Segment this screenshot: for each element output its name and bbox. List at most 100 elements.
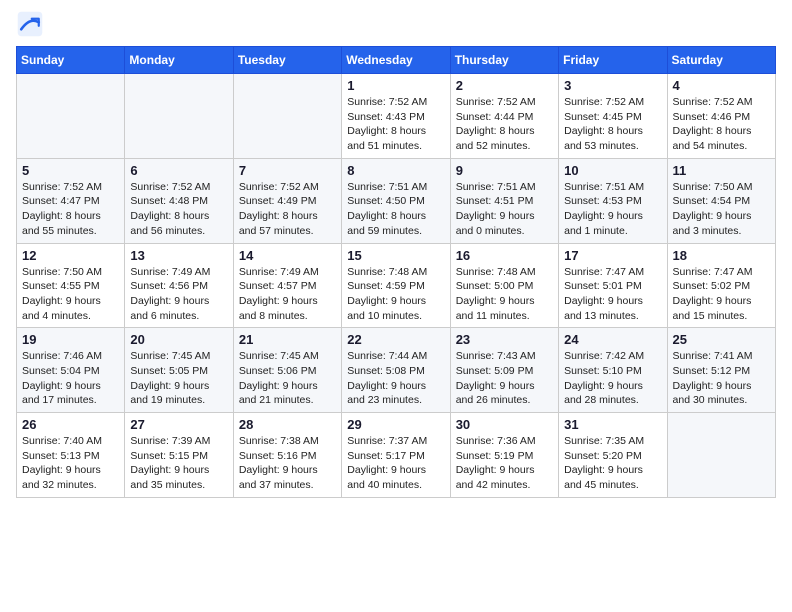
day-info: Sunrise: 7:45 AMSunset: 5:06 PMDaylight:…: [239, 349, 336, 408]
calendar-cell: 10Sunrise: 7:51 AMSunset: 4:53 PMDayligh…: [559, 158, 667, 243]
day-number: 14: [239, 248, 336, 263]
day-info: Sunrise: 7:40 AMSunset: 5:13 PMDaylight:…: [22, 434, 119, 493]
calendar-cell: 24 Sunrise: 7:42 AMSunset: 5:10 PMDayligh…: [559, 328, 667, 413]
calendar-cell: 5 Sunrise: 7:52 AMSunset: 4:47 PMDaylight…: [17, 158, 125, 243]
day-number: 24: [564, 332, 661, 347]
day-info: Sunrise: 7:39 AMSunset: 5:15 PMDaylight:…: [130, 434, 227, 493]
day-info: Sunrise: 7:49 AMSunset: 4:56 PMDaylight:…: [130, 265, 227, 324]
day-number: 5: [22, 163, 119, 178]
calendar-table: SundayMondayTuesdayWednesdayThursdayFrid…: [16, 46, 776, 498]
day-number: 29: [347, 417, 444, 432]
day-number: 1: [347, 78, 444, 93]
day-info: Sunrise: 7:43 AMSunset: 5:09 PMDaylight:…: [456, 349, 553, 408]
calendar-header: SundayMondayTuesdayWednesdayThursdayFrid…: [17, 47, 776, 74]
calendar-week-row: 26 Sunrise: 7:40 AMSunset: 5:13 PMDayligh…: [17, 413, 776, 498]
logo-icon: [16, 10, 44, 38]
calendar-cell: 20 Sunrise: 7:45 AMSunset: 5:05 PMDayligh…: [125, 328, 233, 413]
calendar-cell: 23 Sunrise: 7:43 AMSunset: 5:09 PMDayligh…: [450, 328, 558, 413]
day-info: Sunrise: 7:42 AMSunset: 5:10 PMDaylight:…: [564, 349, 661, 408]
calendar-cell: [125, 74, 233, 159]
day-number: 20: [130, 332, 227, 347]
calendar-cell: 28 Sunrise: 7:38 AMSunset: 5:16 PMDayligh…: [233, 413, 341, 498]
calendar-cell: 22 Sunrise: 7:44 AMSunset: 5:08 PMDayligh…: [342, 328, 450, 413]
day-number: 4: [673, 78, 770, 93]
calendar-cell: [233, 74, 341, 159]
day-info: Sunrise: 7:36 AMSunset: 5:19 PMDaylight:…: [456, 434, 553, 493]
calendar-cell: [667, 413, 775, 498]
weekday-row: SundayMondayTuesdayWednesdayThursdayFrid…: [17, 47, 776, 74]
day-number: 23: [456, 332, 553, 347]
day-info: Sunrise: 7:52 AMSunset: 4:48 PMDaylight:…: [130, 180, 227, 239]
calendar-cell: 25 Sunrise: 7:41 AMSunset: 5:12 PMDayligh…: [667, 328, 775, 413]
day-number: 8: [347, 163, 444, 178]
day-info: Sunrise: 7:37 AMSunset: 5:17 PMDaylight:…: [347, 434, 444, 493]
day-number: 21: [239, 332, 336, 347]
day-info: Sunrise: 7:52 AMSunset: 4:49 PMDaylight:…: [239, 180, 336, 239]
day-info: Sunrise: 7:44 AMSunset: 5:08 PMDaylight:…: [347, 349, 444, 408]
weekday-header: Tuesday: [233, 47, 341, 74]
day-info: Sunrise: 7:48 AMSunset: 5:00 PMDaylight:…: [456, 265, 553, 324]
calendar-cell: 13 Sunrise: 7:49 AMSunset: 4:56 PMDayligh…: [125, 243, 233, 328]
calendar-cell: 9Sunrise: 7:51 AMSunset: 4:51 PMDaylight…: [450, 158, 558, 243]
weekday-header: Sunday: [17, 47, 125, 74]
day-number: 3: [564, 78, 661, 93]
day-info: Sunrise: 7:47 AMSunset: 5:01 PMDaylight:…: [564, 265, 661, 324]
day-number: 7: [239, 163, 336, 178]
day-number: 30: [456, 417, 553, 432]
calendar-cell: 16 Sunrise: 7:48 AMSunset: 5:00 PMDayligh…: [450, 243, 558, 328]
calendar-cell: 21 Sunrise: 7:45 AMSunset: 5:06 PMDayligh…: [233, 328, 341, 413]
day-number: 18: [673, 248, 770, 263]
day-number: 16: [456, 248, 553, 263]
day-info: Sunrise: 7:35 AMSunset: 5:20 PMDaylight:…: [564, 434, 661, 493]
calendar-cell: 30 Sunrise: 7:36 AMSunset: 5:19 PMDayligh…: [450, 413, 558, 498]
day-number: 6: [130, 163, 227, 178]
day-number: 31: [564, 417, 661, 432]
calendar-cell: 18 Sunrise: 7:47 AMSunset: 5:02 PMDayligh…: [667, 243, 775, 328]
day-number: 13: [130, 248, 227, 263]
calendar-week-row: 12 Sunrise: 7:50 AMSunset: 4:55 PMDayligh…: [17, 243, 776, 328]
day-info: Sunrise: 7:41 AMSunset: 5:12 PMDaylight:…: [673, 349, 770, 408]
day-info: Sunrise: 7:52 AMSunset: 4:44 PMDaylight:…: [456, 95, 553, 154]
day-number: 22: [347, 332, 444, 347]
day-info: Sunrise: 7:51 AMSunset: 4:50 PMDaylight:…: [347, 180, 444, 239]
day-number: 27: [130, 417, 227, 432]
day-info: Sunrise: 7:50 AMSunset: 4:55 PMDaylight:…: [22, 265, 119, 324]
day-info: Sunrise: 7:50 AMSunset: 4:54 PMDaylight:…: [673, 180, 770, 239]
page: SundayMondayTuesdayWednesdayThursdayFrid…: [0, 0, 792, 612]
day-number: 12: [22, 248, 119, 263]
day-info: Sunrise: 7:52 AMSunset: 4:47 PMDaylight:…: [22, 180, 119, 239]
day-info: Sunrise: 7:45 AMSunset: 5:05 PMDaylight:…: [130, 349, 227, 408]
calendar-body: 1 Sunrise: 7:52 AMSunset: 4:43 PMDaylight…: [17, 74, 776, 498]
day-info: Sunrise: 7:46 AMSunset: 5:04 PMDaylight:…: [22, 349, 119, 408]
day-info: Sunrise: 7:52 AMSunset: 4:43 PMDaylight:…: [347, 95, 444, 154]
weekday-header: Thursday: [450, 47, 558, 74]
weekday-header: Saturday: [667, 47, 775, 74]
day-number: 17: [564, 248, 661, 263]
day-number: 9: [456, 163, 553, 178]
calendar-cell: 3 Sunrise: 7:52 AMSunset: 4:45 PMDaylight…: [559, 74, 667, 159]
day-number: 25: [673, 332, 770, 347]
day-info: Sunrise: 7:52 AMSunset: 4:45 PMDaylight:…: [564, 95, 661, 154]
calendar-cell: 7 Sunrise: 7:52 AMSunset: 4:49 PMDaylight…: [233, 158, 341, 243]
day-info: Sunrise: 7:38 AMSunset: 5:16 PMDaylight:…: [239, 434, 336, 493]
day-info: Sunrise: 7:52 AMSunset: 4:46 PMDaylight:…: [673, 95, 770, 154]
calendar-cell: 11Sunrise: 7:50 AMSunset: 4:54 PMDayligh…: [667, 158, 775, 243]
day-info: Sunrise: 7:49 AMSunset: 4:57 PMDaylight:…: [239, 265, 336, 324]
day-info: Sunrise: 7:48 AMSunset: 4:59 PMDaylight:…: [347, 265, 444, 324]
day-number: 28: [239, 417, 336, 432]
calendar-week-row: 1 Sunrise: 7:52 AMSunset: 4:43 PMDaylight…: [17, 74, 776, 159]
day-info: Sunrise: 7:47 AMSunset: 5:02 PMDaylight:…: [673, 265, 770, 324]
weekday-header: Wednesday: [342, 47, 450, 74]
calendar-week-row: 19Sunrise: 7:46 AMSunset: 5:04 PMDayligh…: [17, 328, 776, 413]
header: [16, 10, 776, 38]
calendar-cell: 19Sunrise: 7:46 AMSunset: 5:04 PMDayligh…: [17, 328, 125, 413]
logo: [16, 10, 48, 38]
calendar-cell: 15Sunrise: 7:48 AMSunset: 4:59 PMDayligh…: [342, 243, 450, 328]
weekday-header: Friday: [559, 47, 667, 74]
calendar-cell: 1 Sunrise: 7:52 AMSunset: 4:43 PMDaylight…: [342, 74, 450, 159]
calendar-cell: 8 Sunrise: 7:51 AMSunset: 4:50 PMDaylight…: [342, 158, 450, 243]
day-number: 26: [22, 417, 119, 432]
calendar-cell: 6 Sunrise: 7:52 AMSunset: 4:48 PMDaylight…: [125, 158, 233, 243]
calendar-week-row: 5 Sunrise: 7:52 AMSunset: 4:47 PMDaylight…: [17, 158, 776, 243]
calendar-cell: 29 Sunrise: 7:37 AMSunset: 5:17 PMDayligh…: [342, 413, 450, 498]
